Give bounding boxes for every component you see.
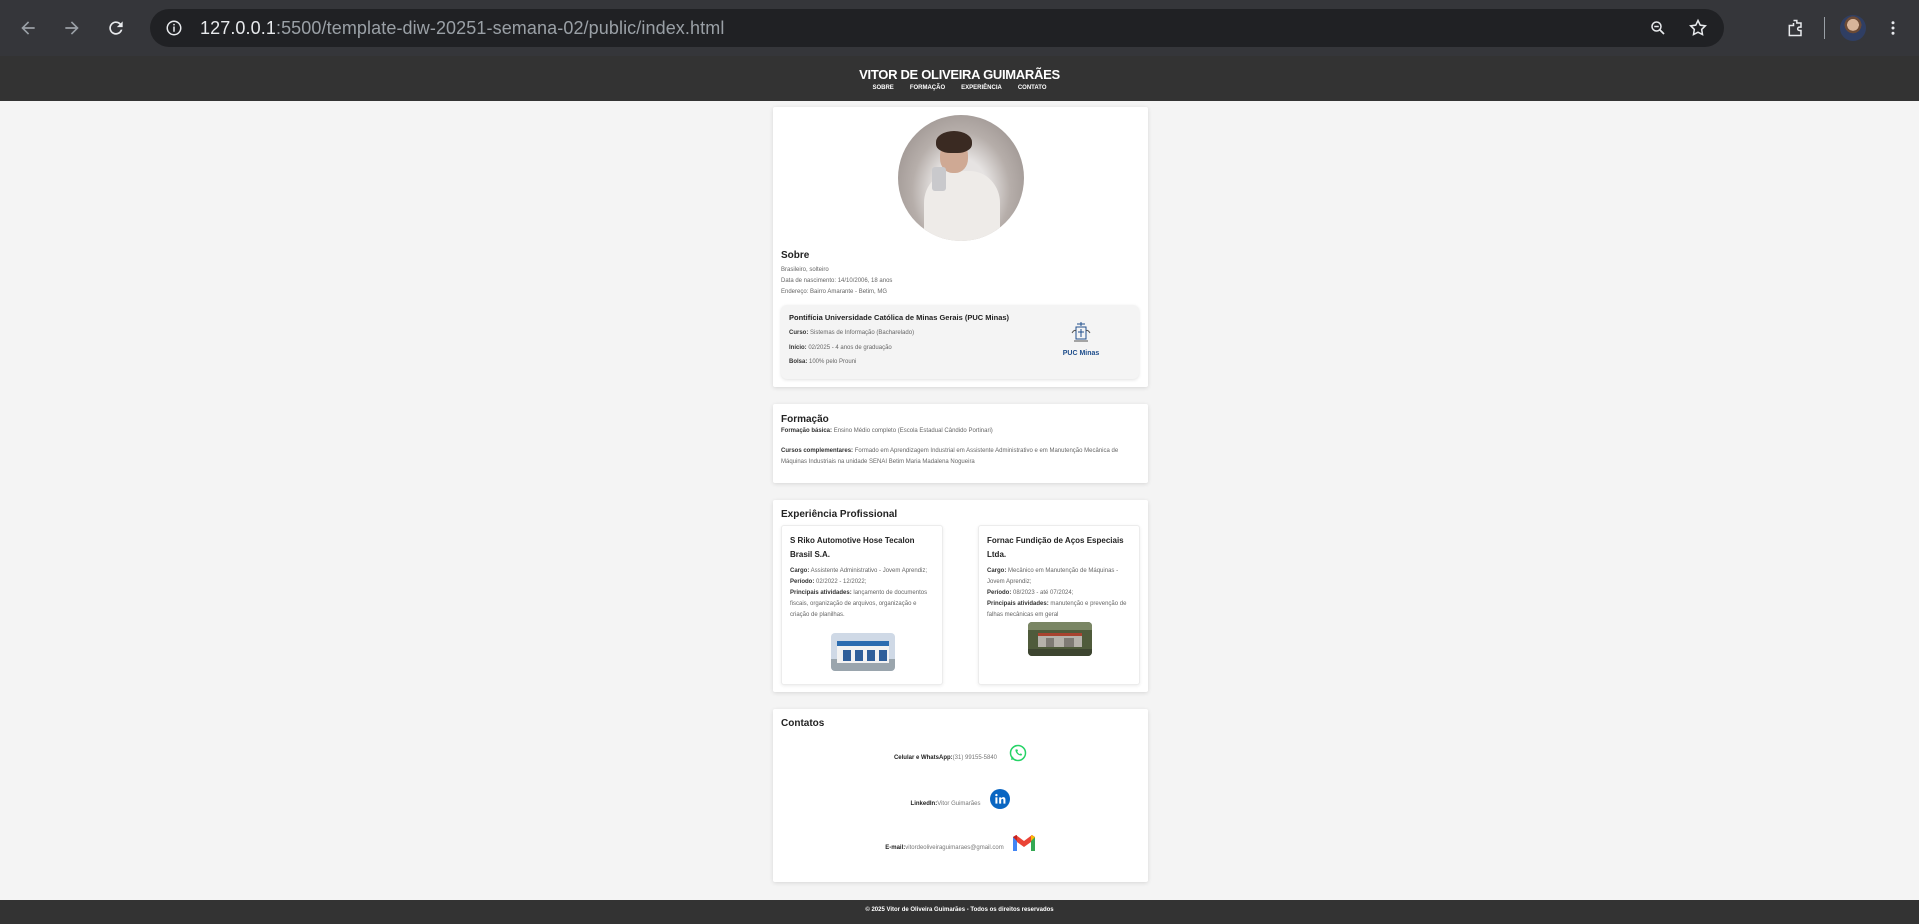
- job-atividades: Principais atividades: manutenção e prev…: [987, 599, 1131, 621]
- section-heading-contatos: Contatos: [781, 718, 825, 729]
- job-card-sriko: S Riko Automotive Hose Tecalon Brasil S.…: [781, 525, 943, 685]
- contact-row-email: E-mail: vitordeoliveiraguimaraes@gmail.c…: [773, 833, 1148, 853]
- contact-linkedin-label: LinkedIn:: [910, 800, 938, 807]
- formacao-cursos: Cursos complementares: Formado em Aprend…: [781, 446, 1140, 468]
- profile-avatar[interactable]: [1833, 8, 1873, 48]
- site-header: VITOR DE OLIVEIRA GUIMARÃES SOBRE FORMAÇ…: [0, 56, 1919, 101]
- job-periodo-label: Período:: [987, 590, 1012, 596]
- address-bar[interactable]: 127.0.0.1:5500/template-diw-20251-semana…: [150, 9, 1724, 47]
- job-periodo: Período: 02/2022 - 12/2022;: [790, 577, 934, 588]
- photo-phone: [932, 167, 946, 191]
- formacao-cursos-label: Cursos complementares:: [781, 448, 854, 454]
- whatsapp-icon[interactable]: [1009, 744, 1027, 762]
- job-periodo-label: Período:: [790, 579, 815, 585]
- site-nav: SOBRE FORMAÇÃO EXPERIÊNCIA CONTATO: [0, 85, 1919, 91]
- job-company: S Riko Automotive Hose Tecalon Brasil S.…: [790, 536, 915, 559]
- profile-photo: [898, 115, 1024, 241]
- sobre-line-birth: Data de nascimento: 14/10/2006, 18 anos: [781, 278, 893, 284]
- job-cargo-label: Cargo:: [790, 568, 810, 574]
- formacao-basica-label: Formação básica:: [781, 428, 833, 434]
- job-periodo-value: 02/2022 - 12/2022;: [814, 579, 867, 585]
- photo-hair: [936, 131, 972, 153]
- job-cargo-value: Mecânico em Manutenção de Máquinas - Jov…: [987, 568, 1119, 585]
- section-heading-formacao: Formação: [781, 414, 829, 425]
- contact-email-label: E-mail:: [885, 844, 906, 851]
- education-start-label: Início:: [789, 344, 807, 351]
- section-sobre: Sobre Brasileiro, solteiro Data de nasci…: [773, 107, 1148, 387]
- url-path: :5500/template-diw-20251-semana-02/publi…: [275, 17, 725, 38]
- contact-phone-label: Celular e WhatsApp:: [893, 754, 953, 761]
- job-cargo-label: Cargo:: [987, 568, 1007, 574]
- section-contatos: Contatos Celular e WhatsApp: (31) 99155-…: [773, 709, 1148, 882]
- job-company: Fornac Fundição de Aços Especiais Ltda.: [987, 536, 1124, 559]
- nav-link-formacao[interactable]: FORMAÇÃO: [910, 85, 945, 91]
- job-periodo-value: 08/2023 - até 07/2024;: [1011, 590, 1074, 596]
- puc-logo-text: PUC Minas: [1062, 350, 1100, 357]
- company-photo-fornac: [1028, 622, 1092, 656]
- section-formacao: Formação Formação básica: Ensino Médio c…: [773, 404, 1148, 483]
- education-card: Pontifícia Universidade Católica de Mina…: [781, 305, 1139, 379]
- site-title: VITOR DE OLIVEIRA GUIMARÃES: [859, 67, 1060, 82]
- browser-toolbar: 127.0.0.1:5500/template-diw-20251-semana…: [0, 0, 1919, 56]
- nav-link-sobre[interactable]: SOBRE: [872, 85, 893, 91]
- job-cargo-value: Assistente Administrativo - Jovem Aprend…: [809, 568, 928, 574]
- reload-button[interactable]: [94, 6, 138, 50]
- sobre-line-address: Endereço: Bairro Amarante - Betim, MG: [781, 289, 888, 295]
- extensions-icon[interactable]: [1776, 8, 1816, 48]
- job-atividades-label: Principais atividades:: [987, 601, 1049, 607]
- education-scholarship-label: Bolsa:: [789, 359, 808, 365]
- puc-minas-logo: PUC Minas: [1061, 321, 1101, 361]
- formacao-basica: Formação básica: Ensino Médio completo (…: [781, 426, 1140, 436]
- nav-link-experiencia[interactable]: EXPERIÊNCIA: [961, 85, 1002, 91]
- contact-email-value: vitordeoliveiraguimaraes@gmail.com: [905, 844, 1004, 851]
- job-periodo: Período: 08/2023 - até 07/2024;: [987, 588, 1131, 599]
- section-experiencia: Experiência Profissional S Riko Automoti…: [773, 500, 1148, 692]
- contact-linkedin-value: Vitor Guimarães: [937, 800, 981, 807]
- arrow-left-icon: [21, 21, 35, 35]
- nav-link-contato[interactable]: CONTATO: [1018, 85, 1047, 91]
- site-info-icon[interactable]: [156, 10, 192, 46]
- section-heading-sobre: Sobre: [781, 250, 810, 261]
- avatar-image: [1840, 15, 1866, 41]
- job-atividades: Principais atividades: lançamento de doc…: [790, 588, 934, 621]
- menu-kebab-icon[interactable]: [1873, 8, 1913, 48]
- contact-row-phone: Celular e WhatsApp: (31) 99155-5840: [773, 744, 1148, 762]
- contact-phone-value: (31) 99155-5840: [952, 754, 998, 761]
- formacao-basica-value: Ensino Médio completo (Escola Estadual C…: [832, 428, 993, 434]
- url-text[interactable]: 127.0.0.1:5500/template-diw-20251-semana…: [200, 18, 724, 39]
- job-card-fornac: Fornac Fundição de Aços Especiais Ltda. …: [978, 525, 1140, 685]
- job-details: Cargo: Mecânico em Manutenção de Máquina…: [987, 566, 1131, 621]
- company-photo-sriko: [831, 633, 895, 671]
- gmail-icon[interactable]: [1012, 833, 1036, 853]
- arrow-right-icon: [65, 21, 79, 35]
- job-cargo: Cargo: Assistente Administrativo - Jovem…: [790, 566, 934, 577]
- section-heading-experiencia: Experiência Profissional: [781, 509, 898, 520]
- puc-crest-icon: [1071, 322, 1091, 342]
- toolbar-divider: [1824, 17, 1825, 39]
- job-atividades-label: Principais atividades:: [790, 590, 852, 596]
- url-host: 127.0.0.1: [200, 17, 276, 38]
- sobre-details: Brasileiro, solteiro Data de nascimento:…: [781, 265, 892, 298]
- forward-button[interactable]: [50, 6, 94, 50]
- zoom-icon[interactable]: [1642, 12, 1674, 44]
- sobre-line-nationality: Brasileiro, solteiro: [781, 267, 829, 273]
- bookmark-star-icon[interactable]: [1682, 12, 1714, 44]
- reload-icon: [109, 21, 123, 35]
- education-course-value: Sistemas de Informação (Bacharelado): [808, 330, 915, 336]
- linkedin-icon[interactable]: [990, 789, 1011, 809]
- education-start-value: 02/2025 - 4 anos de graduação: [806, 344, 892, 351]
- job-details: Cargo: Assistente Administrativo - Jovem…: [790, 566, 934, 621]
- site-footer: © 2025 Vitor de Oliveira Guimarães - Tod…: [0, 900, 1919, 924]
- contact-row-linkedin: LinkedIn: Vitor Guimarães: [773, 789, 1148, 809]
- education-scholarship-value: 100% pelo Prouni: [807, 359, 857, 365]
- education-course-label: Curso:: [789, 330, 809, 336]
- back-button[interactable]: [6, 6, 50, 50]
- footer-text: © 2025 Vitor de Oliveira Guimarães - Tod…: [865, 907, 1054, 913]
- job-cargo: Cargo: Mecânico em Manutenção de Máquina…: [987, 566, 1131, 588]
